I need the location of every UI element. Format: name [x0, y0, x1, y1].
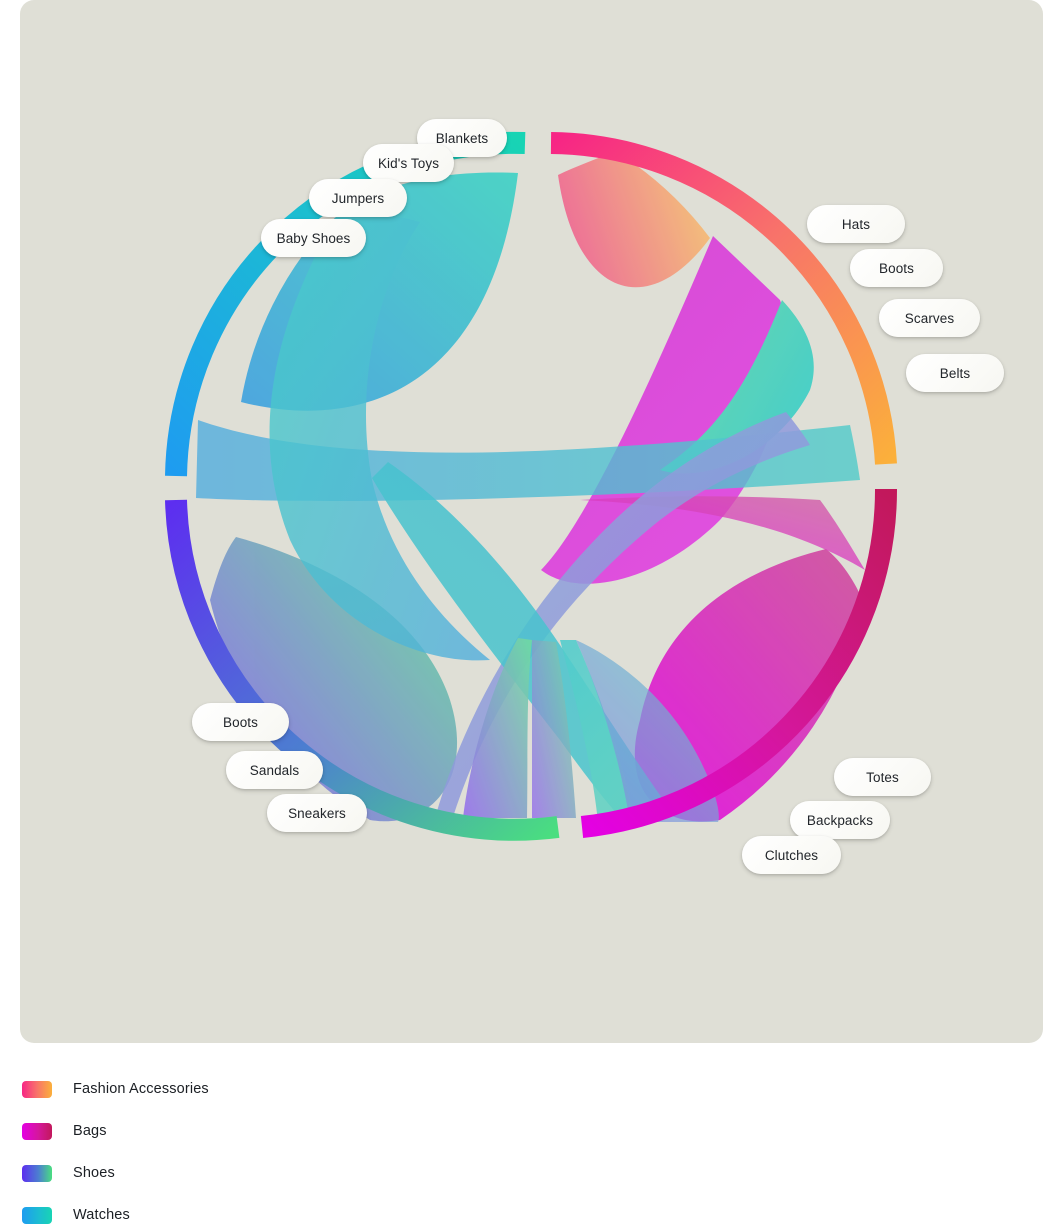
node-label-clutches[interactable]: Clutches	[742, 836, 841, 874]
node-label-belts[interactable]: Belts	[906, 354, 1004, 392]
node-label-hats[interactable]: Hats	[807, 205, 905, 243]
node-label-sneakers[interactable]: Sneakers	[267, 794, 367, 832]
node-label-boots-fashion[interactable]: Boots	[850, 249, 943, 287]
node-label-scarves[interactable]: Scarves	[879, 299, 980, 337]
node-label-boots-shoes[interactable]: Boots	[192, 703, 289, 741]
node-label-sandals[interactable]: Sandals	[226, 751, 323, 789]
legend-swatch-fashion-accessories	[22, 1080, 52, 1098]
node-label-kids-toys[interactable]: Kid's Toys	[363, 144, 454, 182]
legend-swatch-bags	[22, 1122, 52, 1140]
legend-label-watches: Watches	[73, 1207, 130, 1223]
node-label-totes[interactable]: Totes	[834, 758, 931, 796]
node-label-baby-shoes[interactable]: Baby Shoes	[261, 219, 366, 257]
legend-label-fashion-accessories: Fashion Accessories	[73, 1081, 209, 1097]
legend-label-shoes: Shoes	[73, 1165, 115, 1181]
legend-swatch-shoes	[22, 1164, 52, 1182]
node-label-jumpers[interactable]: Jumpers	[309, 179, 407, 217]
chord-diagram-svg[interactable]	[20, 0, 1043, 1043]
chord-diagram-page: Blankets Kid's Toys Jumpers Baby Shoes H…	[0, 0, 1062, 1228]
node-label-backpacks[interactable]: Backpacks	[790, 801, 890, 839]
legend-item-watches[interactable]: Watches	[22, 1194, 622, 1228]
legend-label-bags: Bags	[73, 1123, 107, 1139]
legend-swatch-watches	[22, 1206, 52, 1224]
legend: Fashion Accessories Bags Shoes Watches	[22, 1068, 622, 1228]
legend-item-bags[interactable]: Bags	[22, 1110, 622, 1152]
chart-panel: Blankets Kid's Toys Jumpers Baby Shoes H…	[20, 0, 1043, 1043]
legend-item-fashion-accessories[interactable]: Fashion Accessories	[22, 1068, 622, 1110]
legend-item-shoes[interactable]: Shoes	[22, 1152, 622, 1194]
